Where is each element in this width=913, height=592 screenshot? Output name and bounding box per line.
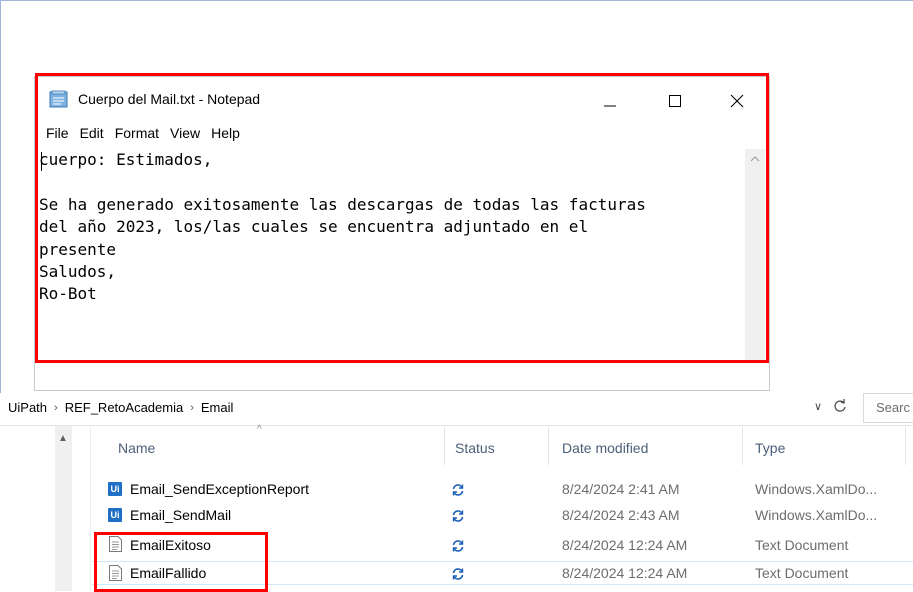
uipath-file-icon: Ui: [108, 482, 122, 496]
files-highlight-box: [94, 532, 268, 592]
column-header-status[interactable]: Status: [455, 440, 495, 456]
chevron-down-icon[interactable]: ∨: [814, 400, 822, 413]
uipath-file-icon: Ui: [108, 508, 122, 522]
column-separator[interactable]: [444, 427, 445, 465]
refresh-icon[interactable]: [832, 398, 848, 414]
outer-window-border-top: [0, 0, 913, 1]
column-header-name[interactable]: Name: [118, 440, 155, 456]
file-type: Windows.XamlDo...: [755, 481, 878, 497]
sync-status-icon: [452, 540, 464, 552]
file-type: Text Document: [755, 565, 849, 581]
breadcrumb: UiPath › REF_RetoAcademia › Email: [8, 400, 233, 415]
file-name: Email_SendExceptionReport: [130, 481, 309, 497]
navigation-pane: [0, 426, 91, 591]
breadcrumb-item-email[interactable]: Email: [201, 400, 234, 415]
column-header-date-modified[interactable]: Date modified: [562, 440, 648, 456]
notepad-highlight-box: [35, 73, 769, 363]
file-date-modified: 8/24/2024 12:24 AM: [562, 537, 688, 553]
file-date-modified: 8/24/2024 12:24 AM: [562, 565, 688, 581]
pane-divider: [90, 426, 91, 591]
file-date-modified: 8/24/2024 2:41 AM: [562, 481, 680, 497]
navigation-pane-scrollbar[interactable]: [55, 426, 72, 591]
column-separator[interactable]: [905, 427, 906, 465]
breadcrumb-item-uipath[interactable]: UiPath: [8, 400, 47, 415]
breadcrumb-item-ref-retoacademia[interactable]: REF_RetoAcademia: [65, 400, 184, 415]
search-placeholder: Searc: [876, 400, 910, 415]
column-separator[interactable]: [742, 427, 743, 465]
column-separator[interactable]: [548, 427, 549, 465]
sort-ascending-icon: ^: [257, 424, 262, 435]
sync-status-icon: [452, 510, 464, 522]
file-date-modified: 8/24/2024 2:43 AM: [562, 507, 680, 523]
file-type: Windows.XamlDo...: [755, 507, 878, 523]
file-name: Email_SendMail: [130, 507, 232, 523]
file-type: Text Document: [755, 537, 849, 553]
notepad-status-area: [36, 362, 768, 390]
sync-status-icon: [452, 484, 464, 496]
scroll-up-arrow-icon[interactable]: ▲: [58, 433, 68, 444]
chevron-right-icon: ›: [54, 401, 58, 414]
sync-status-icon: [452, 568, 464, 580]
chevron-right-icon: ›: [190, 401, 194, 414]
column-header-type[interactable]: Type: [755, 440, 785, 456]
